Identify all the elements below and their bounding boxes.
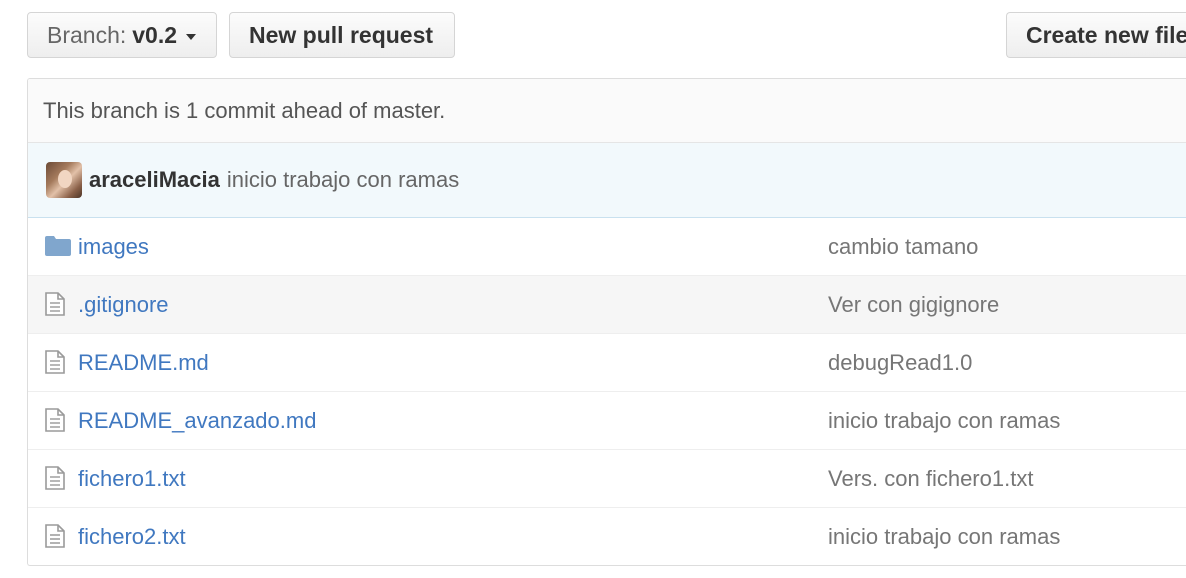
file-commit-message[interactable]: cambio tamano [828,218,978,275]
file-icon [45,408,65,432]
file-list: images cambio tamano .gitignore Ver con … [28,218,1186,565]
file-icon [45,350,65,374]
file-row: images cambio tamano [28,218,1186,276]
file-name-link[interactable]: images [78,218,149,275]
file-name-link[interactable]: README.md [78,334,209,391]
file-row: README_avanzado.md inicio trabajo con ra… [28,392,1186,450]
file-commit-message[interactable]: debugRead1.0 [828,334,972,391]
file-commit-message[interactable]: inicio trabajo con ramas [828,508,1060,565]
branch-label: Branch: [47,21,127,48]
file-commit-message[interactable]: Ver con gigignore [828,276,999,333]
file-name-link[interactable]: README_avanzado.md [78,392,316,449]
file-row: README.md debugRead1.0 [28,334,1186,392]
file-navigation-toolbar: Branch: v0.2 New pull request Create new… [0,0,1186,78]
file-name-link[interactable]: .gitignore [78,276,169,333]
new-pull-request-button[interactable]: New pull request [229,12,455,58]
file-commit-message[interactable]: Vers. con fichero1.txt [828,450,1033,507]
file-icon [45,524,65,548]
file-row: .gitignore Ver con gigignore [28,276,1186,334]
file-name-link[interactable]: fichero2.txt [78,508,186,565]
avatar[interactable] [46,162,82,198]
file-row: fichero1.txt Vers. con fichero1.txt [28,450,1186,508]
file-row: fichero2.txt inicio trabajo con ramas [28,508,1186,565]
commit-author-link[interactable]: araceliMacia [89,167,220,193]
file-icon [45,466,65,490]
file-commit-message[interactable]: inicio trabajo con ramas [828,392,1060,449]
file-icon [45,292,65,316]
commit-message-link[interactable]: inicio trabajo con ramas [227,167,459,193]
branch-status-message: This branch is 1 commit ahead of master. [28,79,1186,143]
file-name-link[interactable]: fichero1.txt [78,450,186,507]
branch-select-button[interactable]: Branch: v0.2 [27,12,217,58]
caret-down-icon [186,33,197,40]
file-wrap: This branch is 1 commit ahead of master.… [27,78,1186,566]
branch-name: v0.2 [132,21,178,48]
create-new-file-button[interactable]: Create new file [1006,12,1186,58]
latest-commit-bar: araceliMacia inicio trabajo con ramas [28,143,1186,218]
folder-icon [45,236,71,256]
